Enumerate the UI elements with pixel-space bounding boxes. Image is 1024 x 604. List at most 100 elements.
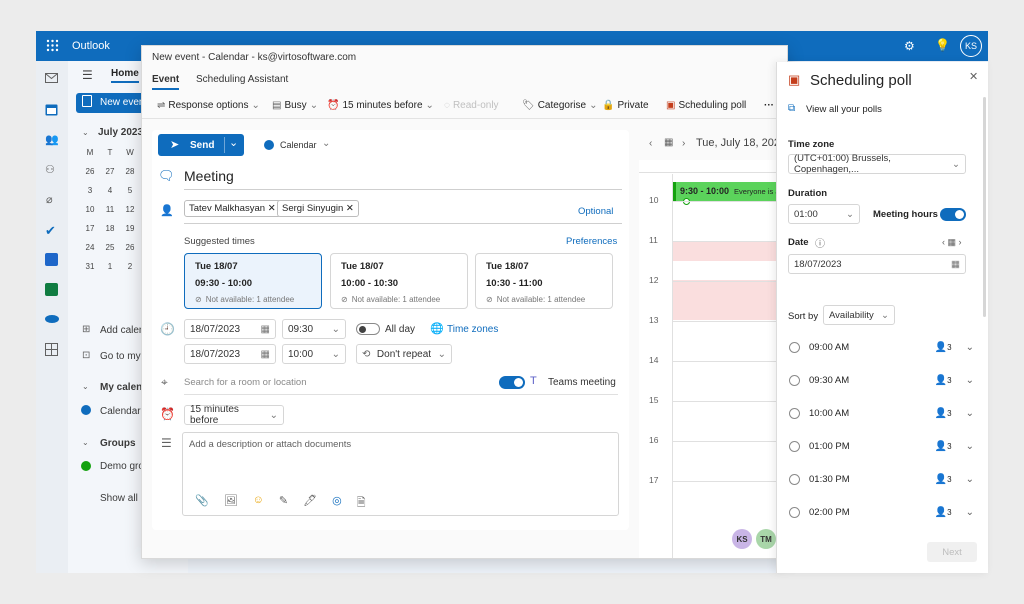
busy-button[interactable]: ▤ Busy ⌄ <box>272 100 318 111</box>
attendee-chip[interactable]: Tatev Malkhasyan ✕ <box>184 200 281 217</box>
location-input[interactable]: Search for a room or location <box>184 377 307 388</box>
suggestion-card[interactable]: Tue 18/07 10:00 - 10:30 ⊘ Not available: … <box>330 253 468 309</box>
start-date-field[interactable]: 18/07/2023 ▦ <box>184 319 276 339</box>
next-button[interactable]: Next <box>927 542 977 562</box>
chevron-right-icon[interactable]: › <box>959 237 962 247</box>
end-date-field[interactable]: 18/07/2023 ▦ <box>184 344 276 364</box>
sharepoint-icon[interactable] <box>45 283 58 296</box>
view-all-polls-link[interactable]: View all your polls <box>806 104 882 115</box>
calendar-icon[interactable] <box>45 103 58 116</box>
day[interactable]: 3 <box>80 186 100 205</box>
tab-event[interactable]: Event <box>152 74 180 90</box>
slot-radio[interactable] <box>789 341 800 353</box>
day[interactable]: 18 <box>100 224 120 243</box>
send-options-chevron-icon[interactable]: ⌄ <box>229 136 238 149</box>
more-options-button[interactable]: ··· <box>764 100 774 111</box>
groups-icon[interactable]: ⚇ <box>45 163 55 176</box>
repeat-dropdown[interactable]: ⟲ Don't repeat ⌄ <box>356 344 452 364</box>
sort-dropdown[interactable]: Availability ⌄ <box>823 305 895 325</box>
calendar-item[interactable]: Calendar <box>100 406 141 417</box>
chevron-right-icon[interactable]: › <box>682 138 685 149</box>
tab-home[interactable]: Home <box>111 68 139 83</box>
word-icon[interactable] <box>45 253 58 266</box>
proposed-event-block[interactable]: 9:30 - 10:00 Everyone is av <box>673 182 787 202</box>
slot-radio[interactable] <box>789 440 800 452</box>
day[interactable]: 4 <box>100 186 120 205</box>
chevron-left-icon[interactable]: ‹ <box>649 138 652 149</box>
start-time-field[interactable]: 09:30 ⌄ <box>282 319 346 339</box>
time-zones-link[interactable]: Time zones <box>447 324 498 335</box>
day[interactable]: 26 <box>80 167 100 186</box>
attendee-chip[interactable]: Sergi Sinyugin ✕ <box>277 200 359 217</box>
expand-chevron-icon[interactable]: ⌄ <box>966 507 974 518</box>
timezone-dropdown[interactable]: (UTC+01:00) Brussels, Copenhagen,... ⌄ <box>788 153 966 175</box>
chevron-down-icon[interactable]: ⌄ <box>82 438 89 447</box>
calendar-selector[interactable]: Calendar <box>280 140 317 150</box>
day[interactable]: 2 <box>120 262 140 281</box>
day[interactable]: 26 <box>120 243 140 262</box>
show-all-link[interactable]: Show all <box>100 493 138 504</box>
response-options-button[interactable]: ⇌ Response options ⌄ <box>157 100 260 111</box>
day[interactable]: 12 <box>120 205 140 224</box>
day[interactable]: 10 <box>80 205 100 224</box>
description-editor[interactable]: Add a description or attach documents 📎 … <box>182 432 619 516</box>
private-button[interactable]: 🔒 Private <box>602 100 649 111</box>
attachment-icon[interactable]: ⌀ <box>46 193 53 206</box>
emoji-icon[interactable]: ☺ <box>253 494 264 513</box>
slot-radio[interactable] <box>789 407 800 419</box>
time-slot-row[interactable]: 02:00 PM 👤 3 ⌄ <box>788 501 974 523</box>
apps-icon[interactable] <box>45 343 58 356</box>
today-icon[interactable]: ▦ <box>664 137 673 148</box>
demo-group-item[interactable]: Demo gro <box>100 461 144 472</box>
time-slot-row[interactable]: 09:00 AM 👤 3 ⌄ <box>788 336 974 358</box>
settings-icon[interactable]: ⚙ <box>904 39 915 53</box>
remove-icon[interactable]: ✕ <box>268 203 276 214</box>
optional-link[interactable]: Optional <box>578 206 613 217</box>
day[interactable]: 1 <box>100 262 120 281</box>
day[interactable]: 17 <box>80 224 100 243</box>
day[interactable]: 5 <box>120 186 140 205</box>
slot-radio[interactable] <box>789 506 800 518</box>
signature-icon[interactable]: 🗎 <box>357 494 366 513</box>
event-title-input[interactable]: Meeting <box>184 168 622 190</box>
info-icon[interactable]: ⓘ <box>815 235 825 250</box>
slot-radio[interactable] <box>789 473 800 485</box>
expand-chevron-icon[interactable]: ⌄ <box>966 375 974 386</box>
reminder-dropdown[interactable]: 15 minutes before ⌄ <box>184 404 284 426</box>
day[interactable]: 24 <box>80 243 100 262</box>
attendee-avatar[interactable]: KS <box>732 529 752 549</box>
preferences-link[interactable]: Preferences <box>566 236 617 247</box>
day[interactable]: 31 <box>80 262 100 281</box>
tips-icon[interactable]: 💡 <box>935 38 950 52</box>
reminder-button[interactable]: ⏰ 15 minutes before ⌄ <box>327 100 434 111</box>
time-slot-row[interactable]: 10:00 AM 👤 3 ⌄ <box>788 402 974 424</box>
people-icon[interactable]: 👥 <box>45 133 59 146</box>
format-icon[interactable]: ✎ <box>279 494 288 513</box>
day[interactable]: 27 <box>100 167 120 186</box>
chevron-down-icon[interactable]: ⌄ <box>82 382 89 391</box>
remove-icon[interactable]: ✕ <box>346 203 354 214</box>
chevron-left-icon[interactable]: ‹ <box>942 237 945 247</box>
chevron-down-icon[interactable]: ⌄ <box>322 138 330 149</box>
meeting-hours-toggle[interactable] <box>940 208 966 221</box>
end-time-field[interactable]: 10:00 ⌄ <box>282 344 346 364</box>
expand-chevron-icon[interactable]: ⌄ <box>966 408 974 419</box>
highlight-icon[interactable]: 🖊 <box>303 494 317 513</box>
suggestion-card[interactable]: Tue 18/07 10:30 - 11:00 ⊘ Not available: … <box>475 253 613 309</box>
chevron-down-icon[interactable]: ⌄ <box>82 128 89 137</box>
hamburger-icon[interactable]: ☰ <box>82 68 93 82</box>
add-calendar-link[interactable]: Add calen <box>100 325 144 336</box>
duration-dropdown[interactable]: 01:00 ⌄ <box>788 204 860 224</box>
suggestion-card[interactable]: Tue 18/07 09:30 - 10:00 ⊘ Not available: … <box>184 253 322 309</box>
send-button[interactable]: Send <box>190 140 214 151</box>
slot-radio[interactable] <box>789 374 800 386</box>
day[interactable]: 25 <box>100 243 120 262</box>
loop-icon[interactable]: ◎ <box>332 494 342 513</box>
day[interactable]: 19 <box>120 224 140 243</box>
categorise-button[interactable]: 🏷 Categorise ⌄ <box>522 100 597 111</box>
time-slot-row[interactable]: 01:30 PM 👤 3 ⌄ <box>788 468 974 490</box>
todo-icon[interactable]: ✔ <box>45 223 56 239</box>
day[interactable]: 28 <box>120 167 140 186</box>
go-to-link[interactable]: Go to my <box>100 351 141 362</box>
day[interactable]: 11 <box>100 205 120 224</box>
